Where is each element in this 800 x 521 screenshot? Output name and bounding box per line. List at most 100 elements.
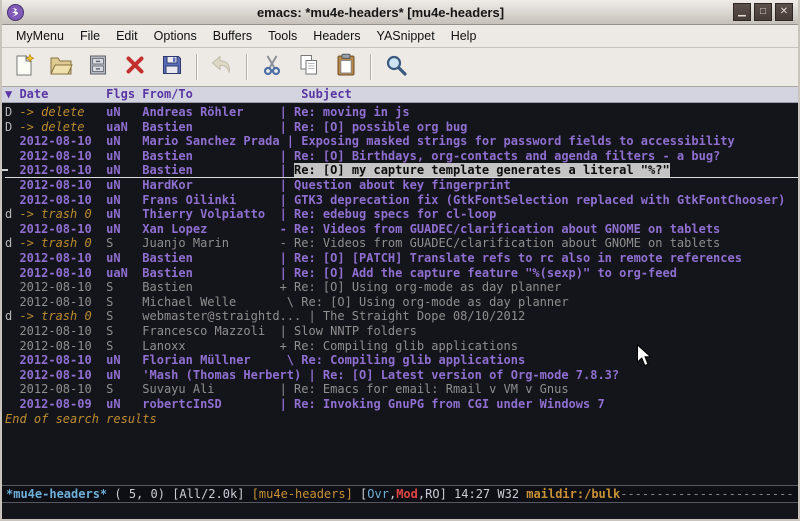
subject-cell: Re: [O] Using org-mode as day planner xyxy=(294,280,561,294)
maximize-button[interactable]: □ xyxy=(754,3,772,21)
thread-separator: \ xyxy=(280,295,302,309)
undo-button xyxy=(208,53,236,81)
message-list: D -> delete uN Andreas Röhler | Re: movi… xyxy=(2,103,798,485)
subject-cell: Re: Videos from GUADEC/clarification abo… xyxy=(294,222,720,236)
title-bar: emacs: *mu4e-headers* [mu4e-headers] ▁□✕ xyxy=(2,0,798,25)
modeline-segment: [All/2.0k] xyxy=(172,487,251,501)
subject-cell: Re: [O] my capture template generates a … xyxy=(294,163,670,177)
kill-buffer-button[interactable] xyxy=(121,53,149,81)
mark-flag: D xyxy=(5,105,19,119)
flags-cell: uN xyxy=(106,353,142,367)
search-button[interactable] xyxy=(382,53,410,81)
date-cell: 2012-08-09 xyxy=(19,397,106,411)
thread-separator: | xyxy=(280,397,294,411)
headers-column-header[interactable]: ▼ Date Flgs From/To Subject xyxy=(2,87,798,103)
modeline-segment: ------------------------ xyxy=(620,487,793,501)
from-cell: Andreas Röhler xyxy=(142,105,279,119)
paste-button[interactable] xyxy=(332,53,360,81)
message-row[interactable]: D -> delete uN Andreas Röhler | Re: movi… xyxy=(5,105,798,120)
echo-area[interactable] xyxy=(2,503,798,519)
flags-cell: uN xyxy=(106,397,142,411)
thread-separator: | xyxy=(280,207,294,221)
save-buffer-button[interactable] xyxy=(158,53,186,81)
emacs-window: emacs: *mu4e-headers* [mu4e-headers] ▁□✕… xyxy=(0,0,800,521)
message-row[interactable]: 2012-08-10 uN Mario Sanchez Prada | Expo… xyxy=(5,134,798,149)
close-button[interactable]: ✕ xyxy=(775,3,793,21)
mark-flag xyxy=(5,251,19,265)
message-row[interactable]: d -> trash 0 S Juanjo Marin - Re: Videos… xyxy=(5,236,798,251)
mark-flag: d xyxy=(5,309,19,323)
flags-cell: uN xyxy=(106,178,142,192)
flags-cell: uN xyxy=(106,134,142,148)
from-cell: Florian Müllner xyxy=(142,353,279,367)
menu-mymenu[interactable]: MyMenu xyxy=(8,26,72,46)
from-cell: HardKor xyxy=(142,178,279,192)
flags-cell: uN xyxy=(106,207,142,221)
subject-cell: The Straight Dope 08/10/2012 xyxy=(323,309,525,323)
message-row[interactable]: 2012-08-10 S Francesco Mazzoli | Slow NN… xyxy=(5,324,798,339)
date-cell: 2012-08-10 xyxy=(19,339,106,353)
flags-cell: S xyxy=(106,236,142,250)
menu-yasnippet[interactable]: YASnippet xyxy=(369,26,443,46)
mark-flag xyxy=(5,368,19,382)
modeline-segment: RO xyxy=(425,487,439,501)
open-folder-icon xyxy=(49,53,73,81)
thread-separator: + xyxy=(280,339,294,353)
message-row[interactable]: 2012-08-09 uN robertcInSD | Re: Invoking… xyxy=(5,397,798,412)
message-row[interactable]: 2012-08-10 uN Florian Müllner \ Re: Comp… xyxy=(5,353,798,368)
menu-edit[interactable]: Edit xyxy=(108,26,146,46)
menu-tools[interactable]: Tools xyxy=(260,26,305,46)
minimize-button[interactable]: ▁ xyxy=(733,3,751,21)
message-row[interactable]: 2012-08-10 S Suvayu Ali | Re: Emacs for … xyxy=(5,382,798,397)
date-cell: 2012-08-10 xyxy=(19,149,106,163)
mark-action: -> trash 0 xyxy=(19,207,106,221)
mark-flag xyxy=(5,397,19,411)
date-cell: 2012-08-10 xyxy=(19,163,106,177)
menu-file[interactable]: File xyxy=(72,26,108,46)
message-row[interactable]: 2012-08-10 uN Bastien | Re: [O] my captu… xyxy=(5,163,798,178)
message-row[interactable]: 2012-08-10 uN Bastien | Re: [O] Birthday… xyxy=(5,149,798,164)
message-row[interactable]: 2012-08-10 uaN Bastien | Re: [O] Add the… xyxy=(5,266,798,281)
cut-button[interactable] xyxy=(258,53,286,81)
message-row[interactable]: d -> trash 0 S webmaster@straightd... | … xyxy=(5,309,798,324)
mode-line[interactable]: *mu4e-headers* ( 5, 0) [All/2.0k] [mu4e-… xyxy=(2,485,798,503)
message-row[interactable]: 2012-08-10 S Lanoxx + Re: Compiling glib… xyxy=(5,339,798,354)
date-cell: 2012-08-10 xyxy=(19,368,106,382)
message-row[interactable]: 2012-08-10 uN HardKor | Question about k… xyxy=(5,178,798,193)
date-cell: 2012-08-10 xyxy=(19,251,106,265)
flags-cell: uN xyxy=(106,251,142,265)
thread-separator: | xyxy=(308,309,322,323)
mark-action: -> delete xyxy=(19,120,106,134)
from-cell: Bastien xyxy=(142,149,279,163)
menu-help[interactable]: Help xyxy=(443,26,485,46)
menu-buffers[interactable]: Buffers xyxy=(205,26,260,46)
date-cell: 2012-08-10 xyxy=(19,382,106,396)
flags-cell: uaN xyxy=(106,266,142,280)
emacs-icon xyxy=(7,4,24,21)
message-row[interactable]: 2012-08-10 S Michael Welle \ Re: [O] Usi… xyxy=(5,295,798,310)
thread-separator: - xyxy=(280,222,294,236)
subject-cell: Re: [O] Latest version of Org-mode 7.8.3… xyxy=(323,368,619,382)
mark-flag xyxy=(5,149,19,163)
message-row[interactable]: 2012-08-10 S Bastien + Re: [O] Using org… xyxy=(5,280,798,295)
message-row[interactable]: d -> trash 0 uN Thierry Volpiatto | Re: … xyxy=(5,207,798,222)
message-row[interactable]: 2012-08-10 uN Bastien | Re: [O] [PATCH] … xyxy=(5,251,798,266)
flags-cell: S xyxy=(106,309,142,323)
subject-cell: Re: Compiling glib applications xyxy=(294,339,518,353)
message-row[interactable]: 2012-08-10 uN Frans Oilinki | GTK3 depre… xyxy=(5,193,798,208)
subject-cell: Re: Compiling glib applications xyxy=(301,353,525,367)
from-cell: Xan Lopez xyxy=(142,222,279,236)
open-file-button[interactable] xyxy=(47,53,75,81)
menu-options[interactable]: Options xyxy=(146,26,205,46)
new-file-button[interactable] xyxy=(10,53,38,81)
dired-button[interactable] xyxy=(84,53,112,81)
message-row[interactable]: D -> delete uaN Bastien | Re: [O] possib… xyxy=(5,120,798,135)
message-row[interactable]: 2012-08-10 uN 'Mash (Thomas Herbert) | R… xyxy=(5,368,798,383)
thread-separator: | xyxy=(287,134,301,148)
menu-headers[interactable]: Headers xyxy=(305,26,368,46)
clipboard-icon xyxy=(334,53,358,81)
message-row[interactable]: 2012-08-10 uN Xan Lopez - Re: Videos fro… xyxy=(5,222,798,237)
copy-button[interactable] xyxy=(295,53,323,81)
flags-cell: uaN xyxy=(106,120,142,134)
mark-flag xyxy=(5,295,19,309)
